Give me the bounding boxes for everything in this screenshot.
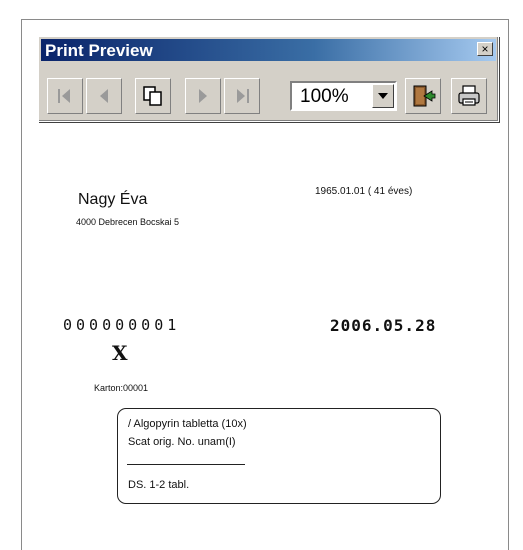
- next-page-button[interactable]: [185, 78, 221, 114]
- first-page-icon: [58, 89, 70, 103]
- last-page-icon: [237, 89, 249, 103]
- divider: [127, 464, 245, 465]
- chevron-down-icon: [378, 93, 388, 99]
- previous-page-button[interactable]: [86, 78, 122, 114]
- patient-name: Nagy Éva: [78, 191, 148, 208]
- close-button[interactable]: ×: [477, 42, 493, 56]
- close-preview-button[interactable]: [405, 78, 441, 114]
- birth-date: 1965.01.01 ( 41 éves): [315, 186, 413, 197]
- multiple-pages-icon: [143, 86, 162, 106]
- prescription-instruction: Scat orig. No. unam(I): [128, 436, 236, 448]
- karton-number: Karton:00001: [94, 383, 149, 393]
- zoom-dropdown-button[interactable]: [372, 84, 394, 108]
- first-page-button[interactable]: [47, 78, 83, 114]
- prescription-drug: / Algopyrin tabletta (10x): [128, 418, 247, 430]
- prescription-dosage: DS. 1-2 tabl.: [128, 479, 190, 491]
- print-button[interactable]: [451, 78, 487, 114]
- zoom-select[interactable]: 100%: [290, 81, 397, 111]
- x-mark: X: [112, 341, 128, 365]
- prescription-box: / Algopyrin tabletta (10x) Scat orig. No…: [117, 408, 441, 504]
- issue-date: 2006.05.28: [330, 316, 437, 335]
- next-page-icon: [199, 89, 207, 103]
- multiple-pages-button[interactable]: [135, 78, 171, 114]
- id-number: 000000001: [63, 316, 181, 334]
- printer-icon: [458, 85, 480, 106]
- zoom-value: 100%: [300, 86, 349, 107]
- previous-page-icon: [100, 89, 108, 103]
- window-title: Print Preview: [45, 41, 153, 60]
- print-preview-toolbar[interactable]: Print Preview × 100%: [38, 36, 499, 122]
- exit-door-icon: [413, 85, 436, 107]
- title-bar[interactable]: Print Preview ×: [41, 39, 496, 61]
- last-page-button[interactable]: [224, 78, 260, 114]
- patient-address: 4000 Debrecen Bocskai 5: [76, 217, 180, 227]
